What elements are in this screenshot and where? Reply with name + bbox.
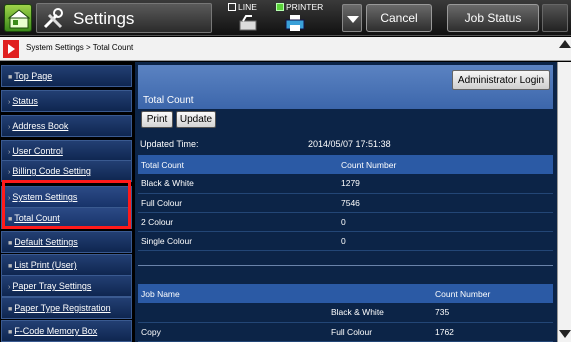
divider (138, 265, 553, 266)
sidebar-item-label: List Print (User) (14, 260, 77, 270)
update-button[interactable]: Update (176, 111, 216, 128)
table-header: Count Number (432, 284, 553, 303)
sidebar-item-default-settings[interactable]: ■ Default Settings (1, 231, 132, 253)
topbar-blank-button[interactable] (542, 4, 568, 32)
sidebar-item-label: Default Settings (14, 237, 78, 247)
panel-header: Administrator Login Total Count (138, 65, 553, 109)
chevron-icon: › (8, 99, 11, 106)
app-title: Settings (73, 9, 135, 28)
table-cell: 0 (338, 212, 553, 232)
dropdown-button[interactable] (342, 4, 362, 32)
sidebar-item-f-code-memory-box[interactable]: ■ F-Code Memory Box (1, 320, 132, 342)
page-title: Total Count (143, 95, 194, 106)
updated-time-value: 2014/05/07 17:51:38 (308, 139, 391, 149)
table-cell: Single Colour (138, 231, 338, 251)
table-cell (138, 303, 328, 323)
top-bar: Settings LINE PRINTER Cancel Job Status (0, 0, 571, 36)
sidebar-item-label: Address Book (12, 121, 69, 131)
table-cell: Full Colour (328, 322, 432, 342)
app-title-area: Settings (36, 3, 212, 33)
chevron-icon: › (8, 124, 11, 131)
home-button[interactable] (4, 4, 32, 32)
chevron-icon: › (8, 169, 11, 176)
home-icon (8, 9, 30, 29)
sidebar-item-address-book[interactable]: › Address Book (1, 115, 132, 137)
sidebar-item-label: User Control (12, 146, 63, 156)
main-panel: Administrator Login Total Count Print Up… (135, 62, 557, 342)
bullet-icon: ■ (8, 329, 13, 336)
highlight-box (2, 180, 131, 229)
sidebar-item-label: Paper Tray Settings (12, 281, 92, 291)
updated-time-label: Updated Time: (140, 139, 199, 149)
table-row: 2 Colour 0 (138, 212, 553, 232)
back-arrow-icon[interactable] (3, 40, 19, 58)
bullet-icon: ■ (8, 240, 13, 247)
tools-icon (43, 8, 63, 29)
line-status-checkbox-icon (228, 3, 236, 11)
table-cell: Black & White (328, 303, 432, 323)
table-header: Count Number (338, 155, 553, 174)
printer-status: PRINTER (276, 2, 334, 34)
sidebar-item-status[interactable]: › Status (1, 90, 132, 112)
printer-status-checkbox-icon (276, 3, 284, 11)
sidebar-item-user-control[interactable]: › User Control (1, 140, 132, 162)
table-row: Single Colour 0 (138, 231, 553, 251)
sidebar-item-label: Top Page (14, 71, 53, 81)
table-cell: Black & White (138, 174, 338, 194)
sidebar-item-label: Paper Type Registration (14, 303, 111, 313)
job-status-button[interactable]: Job Status (447, 4, 539, 32)
breadcrumb: System Settings > Total Count (26, 43, 134, 52)
table-row: Full Colour 7546 (138, 193, 553, 213)
scrollbar[interactable] (557, 62, 571, 342)
table-cell: Copy (138, 322, 328, 342)
table-header: Job Name (138, 284, 328, 303)
table-header: Total Count (138, 155, 338, 174)
scroll-up-icon[interactable] (559, 40, 571, 48)
print-button[interactable]: Print (141, 111, 173, 128)
table-cell: 1279 (338, 174, 553, 194)
table-row: Black & White 1279 (138, 174, 553, 194)
total-count-table: Total Count Count Number Black & White 1… (138, 155, 553, 251)
sidebar-item-top-page[interactable]: ■ Top Page (1, 65, 132, 87)
bullet-icon: ■ (8, 74, 13, 81)
job-count-table: Job Name Count Number Black & White 735 … (138, 284, 553, 342)
sidebar-item-paper-type-registration[interactable]: ■ Paper Type Registration (1, 297, 132, 319)
table-cell: 1762 (432, 322, 553, 342)
table-cell: Full Colour (138, 193, 338, 213)
bullet-icon: ■ (8, 263, 13, 270)
line-status-label: LINE (238, 2, 257, 12)
table-cell: 0 (338, 231, 553, 251)
sidebar-item-billing-code-setting[interactable]: › Billing Code Setting (1, 160, 132, 182)
table-cell: 2 Colour (138, 212, 338, 232)
table-cell: 7546 (338, 193, 553, 213)
breadcrumb-bar: System Settings > Total Count (0, 37, 571, 61)
table-header (328, 284, 432, 303)
sidebar-item-label: Status (12, 96, 38, 106)
cancel-button[interactable]: Cancel (366, 4, 432, 32)
printer-status-label: PRINTER (286, 2, 324, 12)
sidebar-item-list-print-user[interactable]: ■ List Print (User) (1, 254, 132, 276)
action-strip: Print Update (138, 109, 553, 130)
table-header-row: Total Count Count Number (138, 155, 553, 174)
fax-icon (239, 15, 257, 31)
line-status: LINE (228, 2, 274, 34)
printer-icon (285, 15, 305, 31)
scroll-down-icon[interactable] (559, 330, 571, 338)
administrator-login-button[interactable]: Administrator Login (452, 70, 550, 90)
table-header-row: Job Name Count Number (138, 284, 553, 303)
table-row: Black & White 735 (138, 303, 553, 323)
sidebar-item-label: F-Code Memory Box (14, 326, 98, 336)
table-row: Copy Full Colour 1762 (138, 322, 553, 342)
sidebar-item-paper-tray-settings[interactable]: › Paper Tray Settings (1, 275, 132, 297)
chevron-icon: › (8, 284, 11, 291)
chevron-icon: › (8, 149, 11, 156)
bullet-icon: ■ (8, 306, 13, 313)
table-cell: 735 (432, 303, 553, 323)
sidebar-item-label: Billing Code Setting (12, 166, 91, 176)
